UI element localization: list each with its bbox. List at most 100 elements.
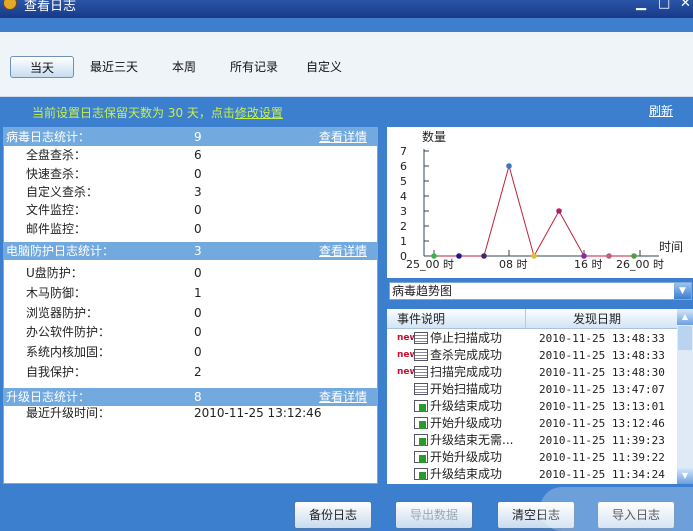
event-date: 2010-11-25 13:47:07 <box>539 383 665 396</box>
stat-row: 全盘查杀： 6 <box>26 146 376 164</box>
list-item[interactable]: new 扫描完成成功 2010-11-25 13:48:30 <box>387 364 677 381</box>
stat-value: 0 <box>194 325 202 339</box>
tab-custom[interactable]: 自定义 <box>300 56 348 78</box>
stat-row: 自我保护： 2 <box>26 363 376 381</box>
scroll-thumb[interactable] <box>678 326 692 350</box>
list-item[interactable]: 升级结束成功 2010-11-25 11:34:24 <box>387 466 677 483</box>
section-name: 病毒日志统计： <box>6 130 91 144</box>
stat-row: U盘防护： 0 <box>26 264 376 282</box>
section-count: 3 <box>194 244 202 258</box>
log-icon <box>414 332 428 344</box>
y-tick-label: 2 <box>400 220 407 233</box>
event-date: 2010-11-25 13:13:01 <box>539 400 665 413</box>
close-button[interactable]: ✕ <box>680 0 691 11</box>
tab-today[interactable]: 当天 <box>10 56 74 78</box>
data-point <box>556 208 562 214</box>
stat-label: 快速查杀： <box>26 167 87 181</box>
upgrade-icon <box>414 451 428 463</box>
stat-value: 0 <box>194 167 202 181</box>
list-scrollbar[interactable]: ▲ ▼ <box>677 309 693 484</box>
list-item[interactable]: 升级结束成功 2010-11-25 13:13:01 <box>387 398 677 415</box>
data-point <box>631 253 637 259</box>
x-tick-label: 26_00 时 <box>616 258 664 271</box>
event-description: 开始升级成功 <box>430 416 503 430</box>
list-item[interactable]: 开始升级成功 2010-11-25 13:12:46 <box>387 415 677 432</box>
window-title: 查看日志 <box>24 0 77 14</box>
y-tick-label: 6 <box>400 160 407 173</box>
export-data-button[interactable]: 导出数据 <box>395 501 473 529</box>
stats-panel: 病毒日志统计： 9 查看详情 全盘查杀： 6 快速查杀： 0 自定义查杀： 3 文件监控： 0 邮件监… <box>3 127 378 484</box>
view-details-link[interactable]: 查看详情 <box>319 242 367 260</box>
date-filter-toolbar: 当天 最近三天 本周 所有记录 自定义 <box>0 32 693 97</box>
chart-type-dropdown[interactable]: 病毒趋势图 ▼ <box>389 282 692 300</box>
stat-value: 3 <box>194 185 202 199</box>
stat-value: 0 <box>194 266 202 280</box>
stat-label: 文件监控： <box>26 203 87 217</box>
stat-row: 文件监控： 0 <box>26 201 376 219</box>
refresh-link[interactable]: 刷新 <box>649 102 673 119</box>
x-axis-label: 时间 <box>659 240 683 254</box>
y-tick-label: 3 <box>400 205 407 218</box>
minimize-button[interactable]: ▁ <box>636 0 646 11</box>
list-item[interactable]: 开始升级成功 2010-11-25 11:39:22 <box>387 449 677 466</box>
y-tick-label: 7 <box>400 145 407 158</box>
y-tick-label: 4 <box>400 190 407 203</box>
section-count: 9 <box>194 130 202 144</box>
data-point <box>506 163 512 169</box>
stat-label: 木马防御： <box>26 286 87 300</box>
tab-last-three-days[interactable]: 最近三天 <box>84 56 144 78</box>
dropdown-value: 病毒趋势图 <box>392 284 453 298</box>
view-details-link[interactable]: 查看详情 <box>319 128 367 146</box>
event-description: 查杀完成成功 <box>430 348 503 362</box>
column-header-event[interactable]: 事件说明 <box>397 309 445 329</box>
stat-row: 自定义查杀： 3 <box>26 183 376 201</box>
x-tick-label: 16 时 <box>574 258 603 271</box>
event-date: 2010-11-25 13:48:33 <box>539 349 665 362</box>
maximize-button[interactable]: □ <box>658 0 670 11</box>
upgrade-icon <box>414 468 428 480</box>
series-line <box>434 164 634 258</box>
stat-label: 系统内核加固： <box>26 345 111 359</box>
section-header: 电脑防护日志统计： 3 查看详情 <box>4 242 377 260</box>
stat-label: 邮件监控： <box>26 222 87 236</box>
stat-label: 自定义查杀： <box>26 185 99 199</box>
list-item[interactable]: new 停止扫描成功 2010-11-25 13:48:33 <box>387 330 677 347</box>
scroll-up-icon[interactable]: ▲ <box>677 309 693 325</box>
data-point <box>531 253 537 259</box>
backup-log-button[interactable]: 备份日志 <box>294 501 372 529</box>
log-icon <box>414 349 428 361</box>
column-header-date[interactable]: 发现日期 <box>573 309 621 329</box>
list-item[interactable]: new 查杀完成成功 2010-11-25 13:48:33 <box>387 347 677 364</box>
watermark-logo <box>540 487 693 531</box>
stat-value: 0 <box>194 306 202 320</box>
list-item[interactable]: 开始扫描成功 2010-11-25 13:47:07 <box>387 381 677 398</box>
scroll-down-icon[interactable]: ▼ <box>677 468 693 484</box>
trend-chart: 数量 时间 0 1 2 3 4 5 6 7 25_00 时 08 时 16 时 26_00 时 <box>387 127 693 278</box>
stat-value: 0 <box>194 203 202 217</box>
stat-label: 办公软件防护： <box>26 325 111 339</box>
stat-value: 2010-11-25 13:12:46 <box>194 406 322 420</box>
chevron-down-icon[interactable]: ▼ <box>674 283 691 299</box>
stat-label: 最近升级时间： <box>26 406 111 420</box>
event-date: 2010-11-25 11:39:23 <box>539 434 665 447</box>
tab-all-records[interactable]: 所有记录 <box>224 56 284 78</box>
event-date: 2010-11-25 11:34:24 <box>539 468 665 481</box>
y-tick-label: 1 <box>400 235 407 248</box>
retention-info: 当前设置日志保留天数为 30 天，点击修改设置 <box>32 104 283 121</box>
data-point <box>581 253 587 259</box>
stat-row: 系统内核加固： 0 <box>26 343 376 361</box>
stat-row: 邮件监控： 0 <box>26 220 376 238</box>
data-point <box>431 253 437 259</box>
event-date: 2010-11-25 13:48:33 <box>539 332 665 345</box>
stat-row: 木马防御： 1 <box>26 284 376 302</box>
upgrade-icon <box>414 400 428 412</box>
list-item[interactable]: 升级结束无需... 2010-11-25 11:39:23 <box>387 432 677 449</box>
stat-row: 浏览器防护： 0 <box>26 304 376 322</box>
tab-this-week[interactable]: 本周 <box>164 56 204 78</box>
stat-row: 办公软件防护： 0 <box>26 323 376 341</box>
modify-settings-link[interactable]: 修改设置 <box>235 106 283 120</box>
upgrade-icon <box>414 417 428 429</box>
x-tick-label: 25_00 时 <box>406 258 454 271</box>
log-icon <box>414 383 428 395</box>
stat-value: 1 <box>194 286 202 300</box>
